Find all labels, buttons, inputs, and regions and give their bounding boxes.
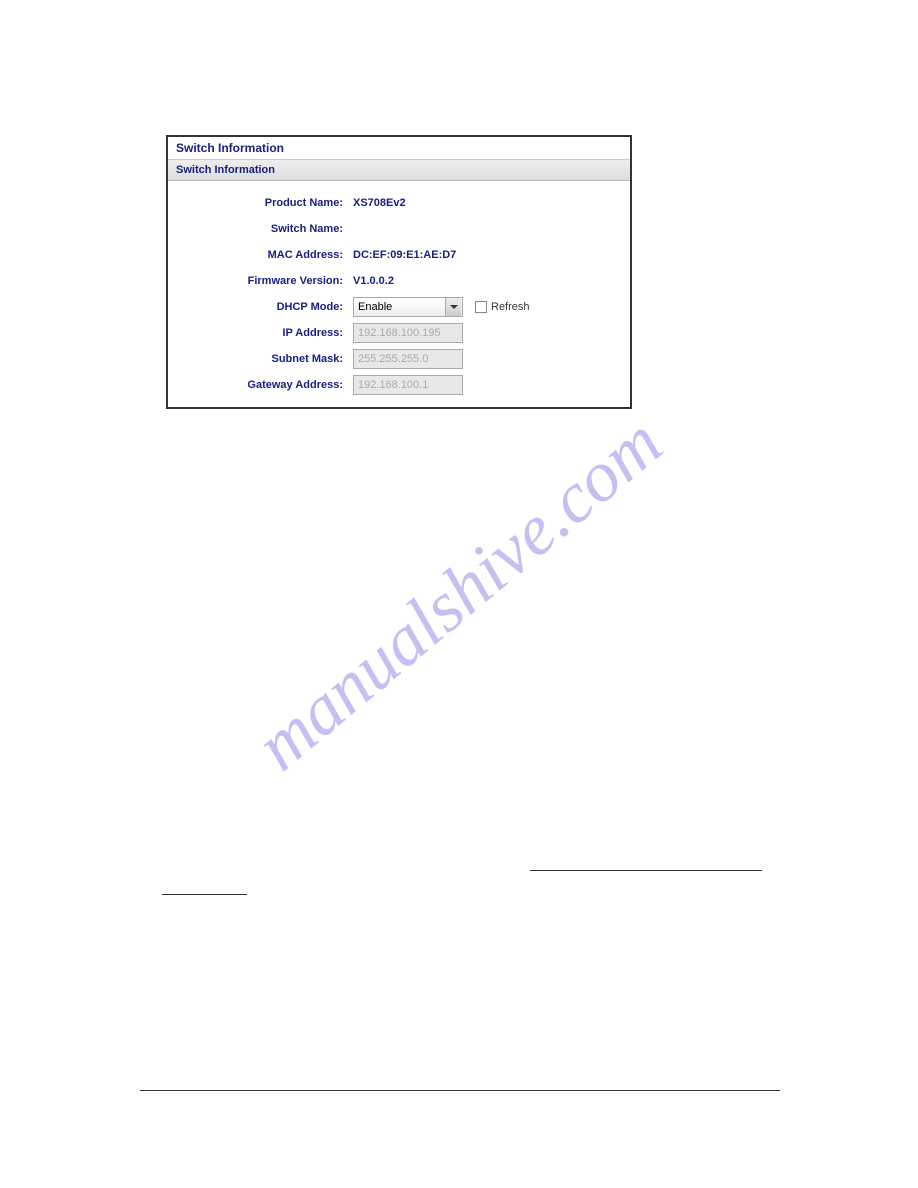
label-firmware-version: Firmware Version: [168, 275, 353, 287]
label-switch-name: Switch Name: [168, 223, 353, 235]
switch-info-panel: Switch Information Switch Information Pr… [166, 135, 632, 409]
row-product-name: Product Name: XS708Ev2 [168, 191, 630, 215]
dhcp-mode-selected: Enable [358, 301, 392, 313]
panel-title: Switch Information [168, 137, 630, 160]
row-switch-name: Switch Name: [168, 217, 630, 241]
row-subnet-mask: Subnet Mask: [168, 347, 630, 371]
row-ip-address: IP Address: [168, 321, 630, 345]
label-ip-address: IP Address: [168, 327, 353, 339]
chevron-down-icon [445, 298, 461, 316]
gateway-address-input[interactable] [353, 375, 463, 395]
footer-divider [140, 1090, 780, 1091]
value-firmware-version: V1.0.0.2 [353, 275, 394, 287]
divider-line [530, 870, 762, 871]
row-firmware-version: Firmware Version: V1.0.0.2 [168, 269, 630, 293]
label-dhcp-mode: DHCP Mode: [168, 301, 353, 313]
value-product-name: XS708Ev2 [353, 197, 406, 209]
label-mac-address: MAC Address: [168, 249, 353, 261]
row-mac-address: MAC Address: DC:EF:09:E1:AE:D7 [168, 243, 630, 267]
label-product-name: Product Name: [168, 197, 353, 209]
refresh-checkbox-wrap: Refresh [475, 301, 530, 313]
dhcp-mode-select[interactable]: Enable [353, 297, 463, 317]
subnet-mask-input[interactable] [353, 349, 463, 369]
divider-line [162, 894, 247, 895]
refresh-label: Refresh [491, 301, 530, 313]
panel-body: Product Name: XS708Ev2 Switch Name: MAC … [168, 181, 630, 407]
ip-address-input[interactable] [353, 323, 463, 343]
watermark-text: manualshive.com [240, 401, 678, 787]
label-subnet-mask: Subnet Mask: [168, 353, 353, 365]
label-gateway-address: Gateway Address: [168, 379, 353, 391]
value-mac-address: DC:EF:09:E1:AE:D7 [353, 249, 456, 261]
panel-subtitle: Switch Information [168, 160, 630, 181]
refresh-checkbox[interactable] [475, 301, 487, 313]
row-dhcp-mode: DHCP Mode: Enable Refresh [168, 295, 630, 319]
row-gateway-address: Gateway Address: [168, 373, 630, 397]
